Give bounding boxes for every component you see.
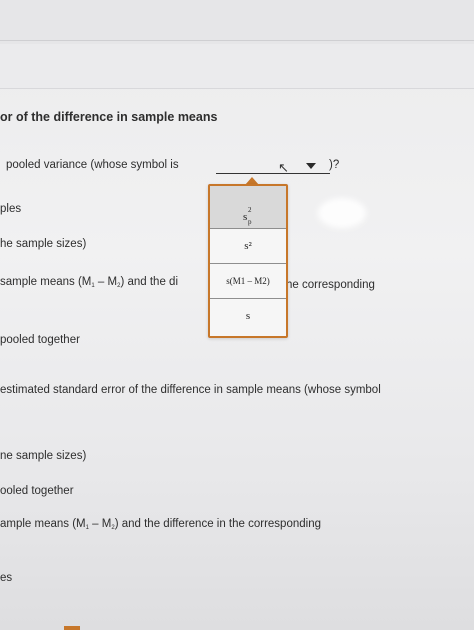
cursor-icon: ↖: [278, 161, 289, 176]
line-corresponding: he corresponding: [286, 279, 375, 291]
line-pooled-variance: pooled variance (whose symbol is: [6, 159, 179, 171]
question-mark: )?: [329, 159, 340, 171]
answer-blank[interactable]: [216, 173, 330, 174]
line-sample-means: sample means (M1 – M2) and the di: [0, 276, 178, 289]
question-heading: or of the difference in sample means: [0, 110, 218, 124]
sp2-symbol: s 2 p: [240, 188, 256, 226]
line-text: ) and the difference in the correspondin…: [114, 518, 321, 530]
line-pooled-together: pooled together: [0, 334, 80, 346]
line-text: ample means (M: [0, 518, 86, 530]
bottom-accent: [64, 626, 80, 630]
top-bar: [0, 0, 474, 44]
divider: [0, 40, 474, 41]
line-sample-sizes-2: ne sample sizes): [0, 450, 87, 462]
line-es: es: [0, 572, 13, 584]
option-sp2[interactable]: s 2 p: [210, 186, 286, 228]
line-samples: ples: [0, 203, 22, 215]
line-text: sample means (M: [0, 276, 92, 288]
option-s-squared[interactable]: s²: [210, 229, 286, 263]
line-sample-means-2: ample means (M1 – M2) and the difference…: [0, 518, 321, 531]
option-s-m1-m2[interactable]: s(M1 – M2): [210, 264, 286, 298]
line-text: – M: [88, 518, 112, 530]
line-text: ) and the di: [120, 276, 178, 288]
glare: [318, 198, 366, 228]
header-band: [0, 44, 474, 89]
line-pooled-together-2: ooled together: [0, 485, 74, 497]
symbol-dropdown-menu[interactable]: s 2 p s² s(M1 – M2) s: [208, 184, 288, 338]
option-s[interactable]: s: [210, 299, 286, 333]
line-text: – M: [94, 276, 118, 288]
line-sample-sizes: he sample sizes): [0, 238, 87, 250]
line-standard-error: estimated standard error of the differen…: [0, 384, 381, 396]
chevron-down-icon[interactable]: [306, 163, 316, 169]
